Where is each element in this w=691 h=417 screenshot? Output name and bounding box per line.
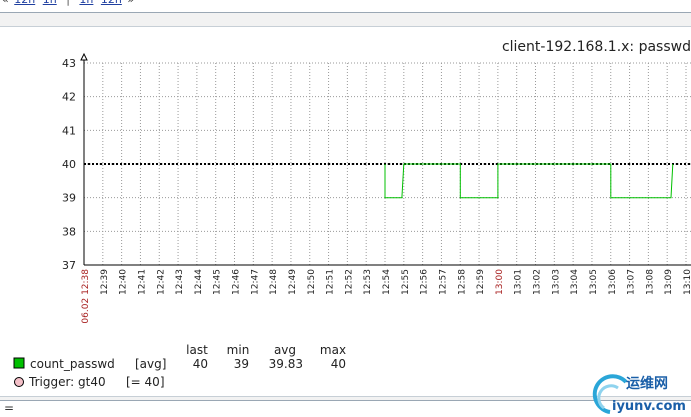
legend-trigger-label: Trigger: gt40 bbox=[28, 375, 106, 389]
legend-trigger-value: [= 40] bbox=[126, 375, 165, 389]
x-tick-label: 13:02 bbox=[533, 269, 543, 295]
nav-forward-1h-link[interactable]: 1h bbox=[79, 0, 93, 6]
x-tick-label: 06.02 12:38 bbox=[81, 269, 91, 324]
x-tick-label: 13:09 bbox=[664, 269, 674, 295]
x-tick-label: 13:04 bbox=[570, 269, 580, 295]
x-tick-label: 12:44 bbox=[194, 269, 204, 295]
y-tick-label: 40 bbox=[62, 158, 76, 171]
x-tick-label: 12:59 bbox=[476, 269, 486, 295]
x-tick-label: 12:57 bbox=[438, 269, 448, 295]
y-tick-label: 38 bbox=[62, 225, 76, 238]
x-tick-label: 12:50 bbox=[307, 269, 317, 295]
legend-series-name: count_passwd bbox=[30, 357, 115, 371]
x-tick-label: 12:55 bbox=[401, 269, 411, 295]
x-tick-label: 12:56 bbox=[420, 269, 430, 295]
legend-value-last: 40 bbox=[193, 357, 208, 371]
x-tick-label: 12:40 bbox=[119, 269, 129, 295]
x-tick-label: 13:07 bbox=[627, 269, 637, 295]
legend-header-last: last bbox=[186, 343, 208, 357]
legend-trigger-marker bbox=[14, 377, 24, 387]
x-tick-label: 13:06 bbox=[608, 269, 618, 295]
x-tick-label: 13:08 bbox=[645, 269, 655, 295]
x-tick-label: 13:10 bbox=[683, 269, 691, 295]
watermark-logo: 运维网 iyunv.com bbox=[592, 374, 686, 414]
legend: last min avg max count_passwd [avg] 40 3… bbox=[13, 343, 346, 389]
x-tick-label: 12:52 bbox=[344, 269, 354, 295]
x-tick-label: 12:45 bbox=[213, 269, 223, 295]
graph-image: client-192.168.1.x: passwd 37 38 39 40 41 42 4… bbox=[13, 39, 691, 389]
nav-back-1h-link[interactable]: 1h bbox=[43, 0, 57, 6]
y-axis-arrow-icon bbox=[80, 52, 88, 61]
time-navigation-bar: « 12h 1h | 1h 12h » bbox=[0, 0, 691, 13]
x-tick-label: 12:49 bbox=[288, 269, 298, 295]
y-tick-label: 42 bbox=[62, 91, 76, 104]
legend-series-func: [avg] bbox=[135, 357, 166, 371]
y-tick-label: 37 bbox=[62, 259, 76, 272]
x-tick-label: 13:05 bbox=[589, 269, 599, 295]
bottom-bar-text: = bbox=[4, 401, 15, 415]
x-tick-label: 12:58 bbox=[457, 269, 467, 295]
x-tick-label: 12:48 bbox=[269, 269, 279, 295]
page-gap bbox=[0, 13, 691, 26]
x-axis: 06.02 12:38 12:39 12:40 12:41 12:42 12:43 12:4… bbox=[81, 264, 691, 324]
x-tick-label: 13:01 bbox=[514, 269, 524, 295]
nav-separator: | bbox=[66, 0, 70, 6]
graph-title: client-192.168.1.x: passwd bbox=[502, 39, 691, 55]
x-tick-label: 12:53 bbox=[363, 269, 373, 295]
nav-back-12h-link[interactable]: 12h bbox=[14, 0, 35, 6]
legend-value-max: 40 bbox=[331, 357, 346, 371]
legend-header-min: min bbox=[227, 343, 250, 357]
legend-series-swatch bbox=[13, 357, 25, 369]
watermark-url-text: iyunv.com bbox=[612, 399, 686, 414]
nav-forward-arrow[interactable]: » bbox=[127, 0, 134, 6]
y-tick-label: 39 bbox=[62, 192, 76, 205]
x-tick-label: 12:43 bbox=[175, 269, 185, 295]
watermark-cn-text: 运维网 bbox=[626, 375, 668, 392]
legend-value-avg: 39.83 bbox=[269, 357, 303, 371]
graph-panel: client-192.168.1.x: passwd 37 38 39 40 41 42 4… bbox=[0, 26, 691, 397]
nav-back-arrow[interactable]: « bbox=[2, 0, 9, 6]
x-tick-label: 12:39 bbox=[100, 269, 110, 295]
x-tick-label: 12:54 bbox=[382, 269, 392, 295]
legend-header-max: max bbox=[320, 343, 346, 357]
x-tick-label: 12:46 bbox=[232, 269, 242, 295]
nav-forward-12h-link[interactable]: 12h bbox=[101, 0, 122, 6]
y-axis: 37 38 39 40 41 42 43 bbox=[62, 52, 88, 272]
x-tick-label: 12:41 bbox=[137, 269, 147, 295]
x-tick-label: 12:47 bbox=[250, 269, 260, 295]
x-tick-label: 12:42 bbox=[156, 269, 166, 295]
y-tick-label: 43 bbox=[62, 57, 76, 70]
legend-value-min: 39 bbox=[234, 357, 249, 371]
x-tick-label: 12:51 bbox=[326, 269, 336, 295]
x-tick-label: 13:00 bbox=[495, 269, 505, 295]
legend-header-avg: avg bbox=[274, 343, 296, 357]
x-tick-label: 13:03 bbox=[551, 269, 561, 295]
y-tick-label: 41 bbox=[62, 124, 76, 137]
